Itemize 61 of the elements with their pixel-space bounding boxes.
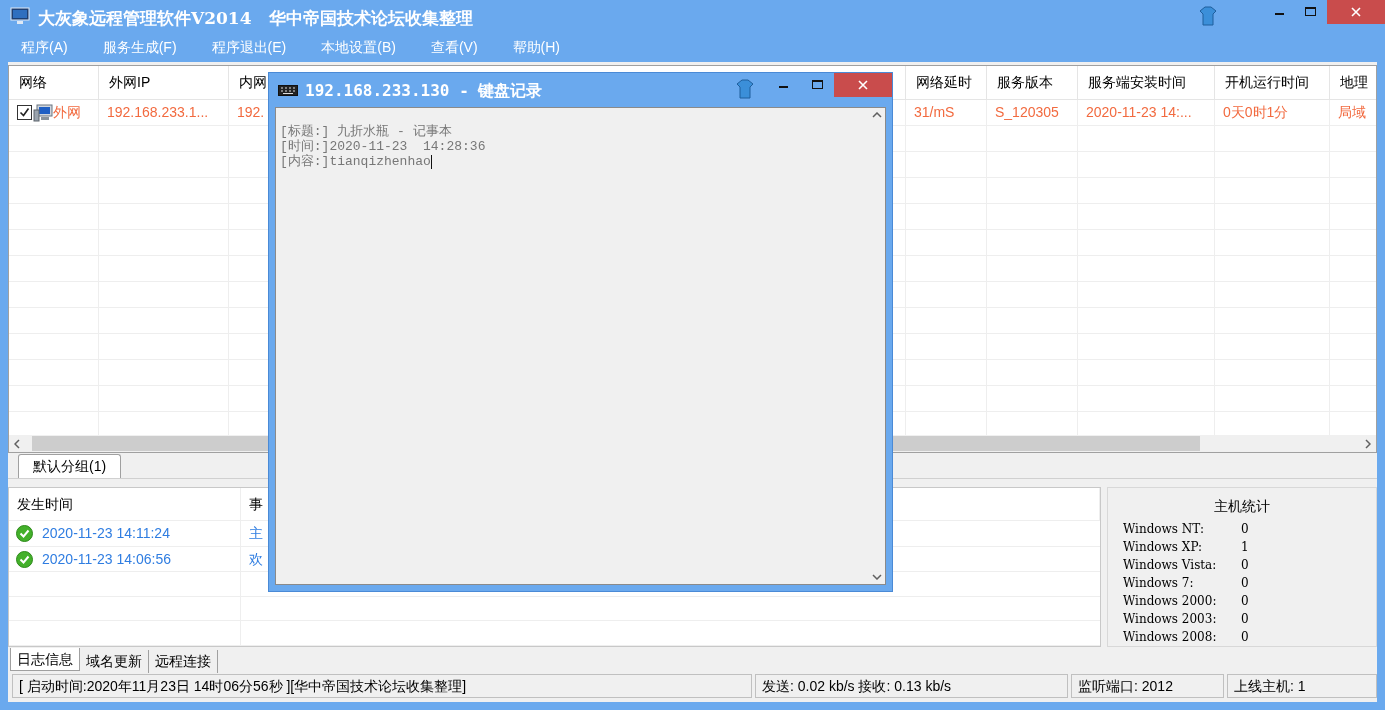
table-cell-text: 192. <box>237 103 265 122</box>
log-line: [内容:]tianqizhenhao <box>280 154 431 169</box>
log-line: [标题:] 九折水瓶 - 记事本 <box>280 124 452 139</box>
stat-label: Windows NT: <box>1123 521 1205 538</box>
status-panel: 发送: 0.02 kb/s 接收: 0.13 kb/s <box>755 674 1068 698</box>
column-header[interactable]: 事 <box>249 493 263 515</box>
bottom-tab[interactable]: 远程连接 <box>149 650 218 673</box>
window-title: 大灰象远程管理软件V2014 华中帝国技术论坛收集整理 <box>38 7 473 30</box>
stat-value: 0 <box>1241 593 1249 610</box>
stat-value: 0 <box>1241 629 1249 646</box>
table-cell-text: 2020-11-23 14:... <box>1086 103 1192 122</box>
stat-value: 0 <box>1241 611 1249 628</box>
column-header[interactable]: 外网IP <box>109 72 151 93</box>
table-cell-text: 0天0时1分 <box>1223 103 1289 122</box>
table-cell-text: S_120305 <box>995 103 1059 122</box>
keyboard-icon <box>278 85 298 96</box>
stat-label: Windows 2003: <box>1123 611 1218 628</box>
group-tab[interactable]: 默认分组(1) <box>18 454 122 478</box>
column-header[interactable]: 开机运行时间 <box>1225 72 1309 93</box>
column-header[interactable]: 服务版本 <box>997 72 1053 93</box>
log-time: 2020-11-23 14:11:24 <box>42 524 170 544</box>
stat-value: 0 <box>1241 521 1249 538</box>
status-panel: 上线主机: 1 <box>1227 674 1377 698</box>
table-cell-text: 局域 <box>1338 103 1366 122</box>
text-caret <box>430 154 432 169</box>
status-panel: [ 启动时间:2020年11月23日 14时06分56秒 ][华中帝国技术论坛收集整理] <box>12 674 752 698</box>
dialog-title: 192.168.233.130 - 键盘记录 <box>305 80 543 102</box>
stat-label: Windows XP: <box>1123 539 1204 556</box>
stat-label: Windows 2000: <box>1123 593 1218 610</box>
stat-label: Windows 7: <box>1123 575 1195 592</box>
log-time: 2020-11-23 14:06:56 <box>42 549 171 569</box>
bottom-tab[interactable]: 日志信息 <box>10 648 80 671</box>
column-header[interactable]: 服务端安装时间 <box>1088 72 1186 93</box>
stats-title: 主机统计 <box>1214 497 1270 516</box>
computer-icon <box>33 103 53 122</box>
table-cell-text: 192.168.233.1... <box>107 103 209 122</box>
stat-label: Windows 2008: <box>1123 629 1218 646</box>
status-panel: 监听端口: 2012 <box>1071 674 1224 698</box>
check-circle-icon <box>16 550 33 568</box>
table-cell-text: 31/mS <box>914 103 955 122</box>
log-event: 欢 <box>249 549 263 569</box>
column-header[interactable]: 地理 <box>1340 72 1368 93</box>
stat-label: Windows Vista: <box>1123 557 1218 574</box>
log-event: 主 <box>249 524 263 544</box>
column-header[interactable]: 内网 <box>239 72 267 93</box>
table-cell-text: 外网 <box>53 103 81 122</box>
column-header[interactable]: 网络延时 <box>916 72 972 93</box>
stat-value: 0 <box>1241 575 1249 592</box>
column-header[interactable]: 发生时间 <box>17 493 73 515</box>
shirt-icon[interactable] <box>1199 6 1217 26</box>
close-icon <box>1351 7 1361 17</box>
column-header[interactable]: 网络 <box>19 72 47 93</box>
check-circle-icon <box>16 525 33 543</box>
row-checkbox[interactable] <box>17 105 32 120</box>
close-icon <box>858 80 868 90</box>
stat-value: 0 <box>1241 557 1249 574</box>
shirt-icon[interactable] <box>736 79 754 99</box>
stat-value: 1 <box>1241 539 1249 556</box>
monitor-icon <box>10 7 30 25</box>
bottom-tab[interactable]: 域名更新 <box>80 650 149 673</box>
log-line: [时间:]2020-11-23 14:28:36 <box>280 139 486 154</box>
